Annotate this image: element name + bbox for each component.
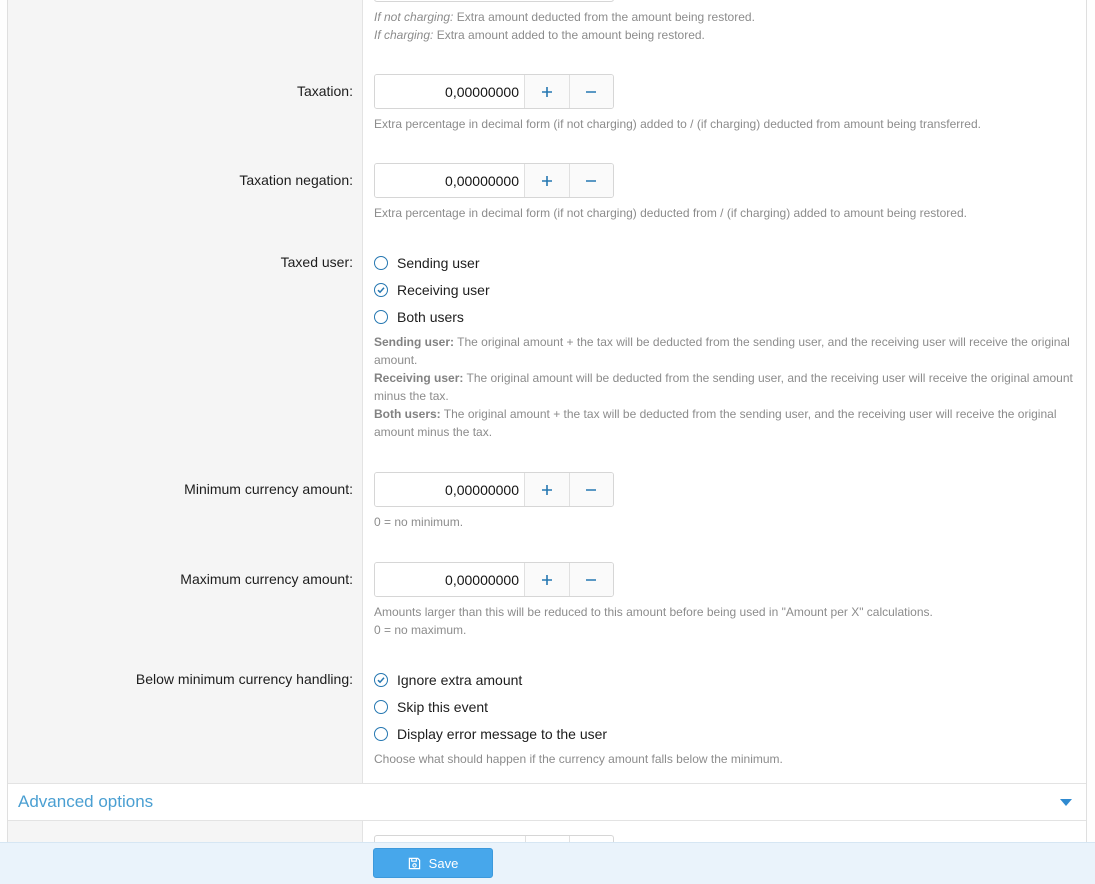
min-currency-decrement-button[interactable] xyxy=(568,473,613,506)
hint-sending-text: The original amount + the tax will be de… xyxy=(374,335,1070,367)
hint-not-charging-text: Extra amount deducted from the amount be… xyxy=(453,10,755,24)
taxation-spinbox xyxy=(374,74,614,109)
minus-icon xyxy=(586,488,597,491)
taxed-user-option-label: Both users xyxy=(397,309,464,325)
below-min-option-skip[interactable]: Skip this event xyxy=(374,697,488,717)
below-min-label: Below minimum currency handling: xyxy=(135,671,353,687)
advanced-options-toggle[interactable]: Advanced options xyxy=(8,783,1086,821)
floppy-disk-icon xyxy=(408,857,420,869)
form-footer: Save xyxy=(0,842,1095,884)
taxation-negation-input[interactable] xyxy=(375,164,525,197)
below-min-option-label: Skip this event xyxy=(397,699,489,715)
minus-icon xyxy=(586,90,597,93)
taxed-user-label: Taxed user: xyxy=(280,254,353,270)
max-currency-spinbox xyxy=(374,562,614,597)
radio-unchecked-icon xyxy=(374,256,388,270)
previous-spinbox-edge xyxy=(374,0,614,2)
taxation-negation-increment-button[interactable] xyxy=(525,164,569,197)
max-currency-input[interactable] xyxy=(375,563,525,596)
hint-not-charging-label: If not charging: xyxy=(374,10,454,24)
below-min-option-label: Display error message to the user xyxy=(397,726,608,742)
max-currency-hint-line: 0 = no maximum. xyxy=(374,623,467,637)
hint-receiving-label: Receiving user: xyxy=(374,371,464,385)
taxed-user-option-sending[interactable]: Sending user xyxy=(374,253,480,273)
max-currency-increment-button[interactable] xyxy=(525,563,569,596)
taxation-input[interactable] xyxy=(375,75,525,108)
min-currency-label: Minimum currency amount: xyxy=(184,481,353,497)
check-icon xyxy=(377,677,385,684)
caret-down-icon xyxy=(1060,799,1072,806)
below-min-option-ignore[interactable]: Ignore extra amount xyxy=(374,670,522,690)
plus-icon xyxy=(541,484,552,495)
min-currency-hint: 0 = no minimum. xyxy=(374,515,464,529)
max-currency-label: Maximum currency amount: xyxy=(180,571,353,587)
min-currency-increment-button[interactable] xyxy=(525,473,569,506)
max-currency-hint-line: Amounts larger than this will be reduced… xyxy=(374,605,933,619)
radio-checked-icon xyxy=(374,283,388,297)
restore-amount-hint: If not charging: Extra amount deducted f… xyxy=(374,8,1074,44)
taxed-user-option-label: Receiving user xyxy=(397,282,490,298)
taxed-user-option-both[interactable]: Both users xyxy=(374,307,464,327)
taxation-increment-button[interactable] xyxy=(525,75,569,108)
radio-unchecked-icon xyxy=(374,310,388,324)
taxation-label: Taxation: xyxy=(296,83,353,99)
save-button-label: Save xyxy=(428,855,459,871)
check-icon xyxy=(377,287,385,294)
taxation-negation-spinbox xyxy=(374,163,614,198)
hint-charging-text: Extra amount added to the amount being r… xyxy=(433,28,705,42)
below-min-hint: Choose what should happen if the currenc… xyxy=(374,752,783,766)
hint-receiving-text: The original amount will be deducted fro… xyxy=(374,371,1073,403)
taxed-user-option-label: Sending user xyxy=(397,255,480,271)
page-frame: If not charging: Extra amount deducted f… xyxy=(0,0,1095,884)
min-currency-input[interactable] xyxy=(375,473,525,506)
hint-both-text: The original amount + the tax will be de… xyxy=(374,407,1057,439)
options-panel: If not charging: Extra amount deducted f… xyxy=(7,0,1087,884)
max-currency-hint: Amounts larger than this will be reduced… xyxy=(374,603,1074,639)
min-currency-spinbox xyxy=(374,472,614,507)
hint-sending-label: Sending user: xyxy=(374,335,455,349)
plus-icon xyxy=(541,574,552,585)
minus-icon xyxy=(586,179,597,182)
taxation-negation-hint: Extra percentage in decimal form (if not… xyxy=(374,206,967,220)
hint-both-label: Both users: xyxy=(374,407,441,421)
plus-icon xyxy=(541,86,552,97)
taxation-decrement-button[interactable] xyxy=(568,75,613,108)
advanced-options-title: Advanced options xyxy=(18,792,154,811)
radio-checked-icon xyxy=(374,673,388,687)
radio-unchecked-icon xyxy=(374,727,388,741)
taxation-negation-decrement-button[interactable] xyxy=(568,164,613,197)
save-button[interactable]: Save xyxy=(373,848,493,878)
radio-unchecked-icon xyxy=(374,700,388,714)
max-currency-decrement-button[interactable] xyxy=(568,563,613,596)
taxation-negation-label: Taxation negation: xyxy=(239,172,353,188)
label-column-continued xyxy=(8,821,363,842)
taxed-user-hint: Sending user: The original amount + the … xyxy=(374,333,1074,441)
taxation-hint: Extra percentage in decimal form (if not… xyxy=(374,117,981,131)
plus-icon xyxy=(541,175,552,186)
hint-charging-label: If charging: xyxy=(374,28,434,42)
below-min-option-label: Ignore extra amount xyxy=(397,672,523,688)
label-column xyxy=(8,0,363,783)
minus-icon xyxy=(586,578,597,581)
below-min-option-error[interactable]: Display error message to the user xyxy=(374,724,607,744)
taxed-user-option-receiving[interactable]: Receiving user xyxy=(374,280,490,300)
